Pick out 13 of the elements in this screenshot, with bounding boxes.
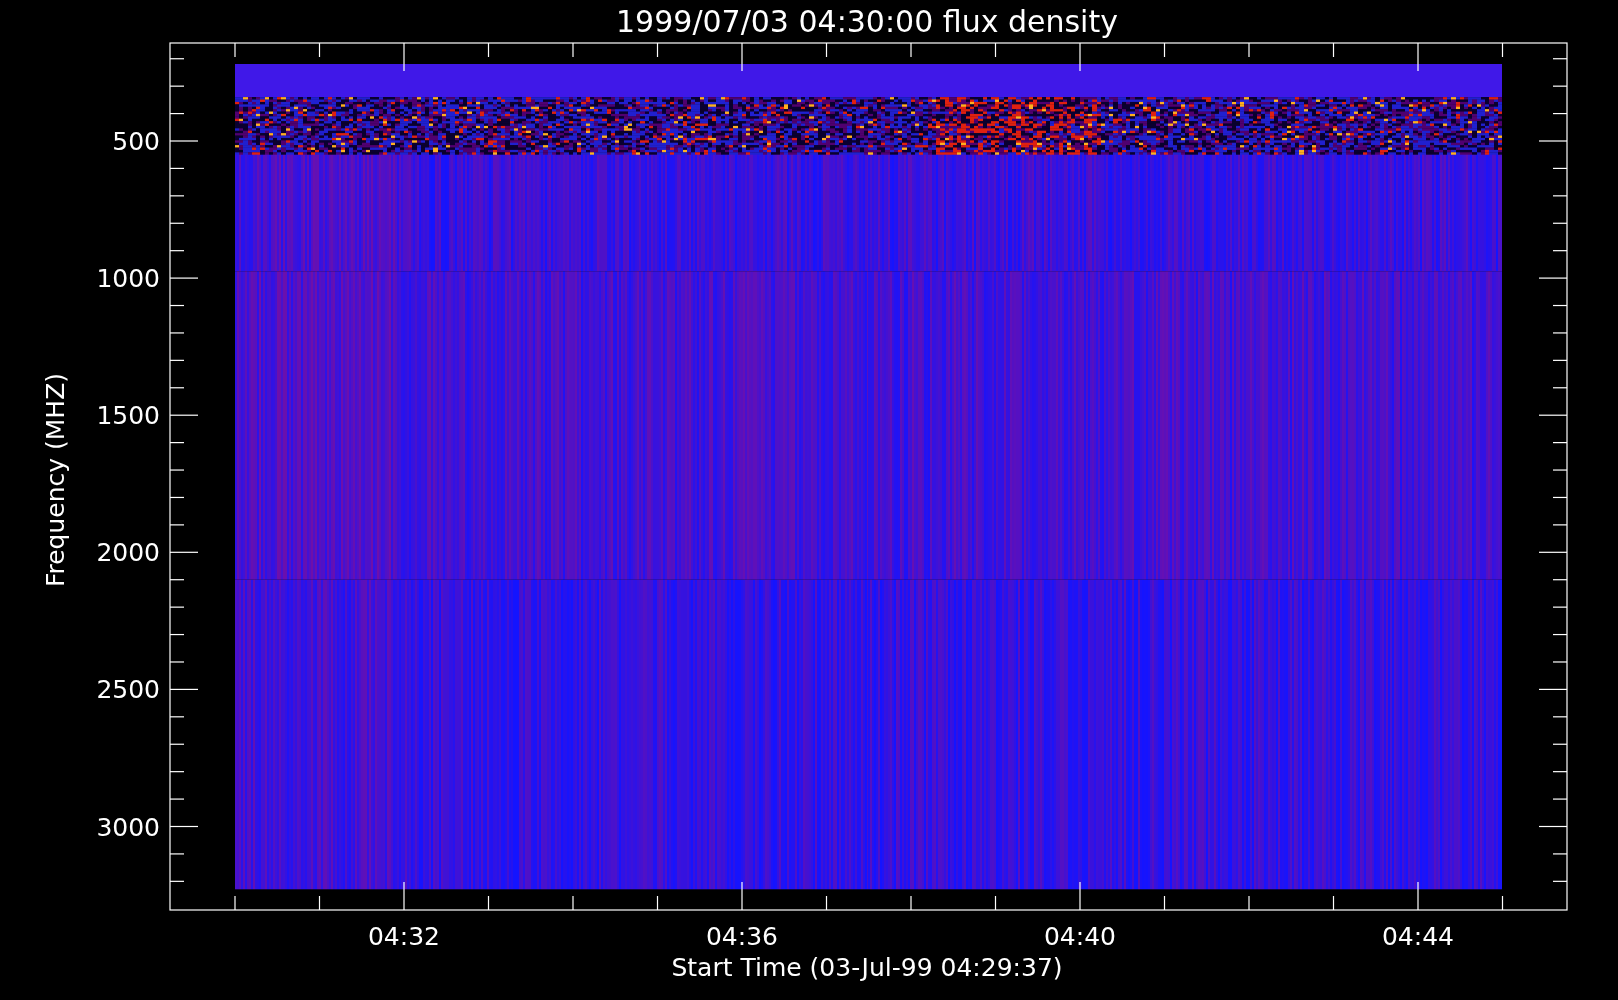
y-axis-label: Frequency (MHZ) xyxy=(41,372,70,588)
x-axis-label: Start Time (03-Jul-99 04:29:37) xyxy=(671,953,1063,982)
plot-title: 1999/07/03 04:30:00 flux density xyxy=(616,4,1118,39)
y-tick-label: 3000 xyxy=(96,812,160,842)
x-tick-label: 04:40 xyxy=(1044,922,1116,951)
y-tick-label: 500 xyxy=(112,127,160,156)
x-tick-label: 04:44 xyxy=(1382,922,1454,951)
y-tick-label: 2000 xyxy=(96,538,160,568)
y-tick-label: 2500 xyxy=(96,675,160,705)
x-tick-label: 04:32 xyxy=(368,922,440,951)
x-tick-label: 04:36 xyxy=(706,922,778,951)
y-tick-label: 1000 xyxy=(96,264,160,294)
y-tick-label: 1500 xyxy=(96,401,160,431)
